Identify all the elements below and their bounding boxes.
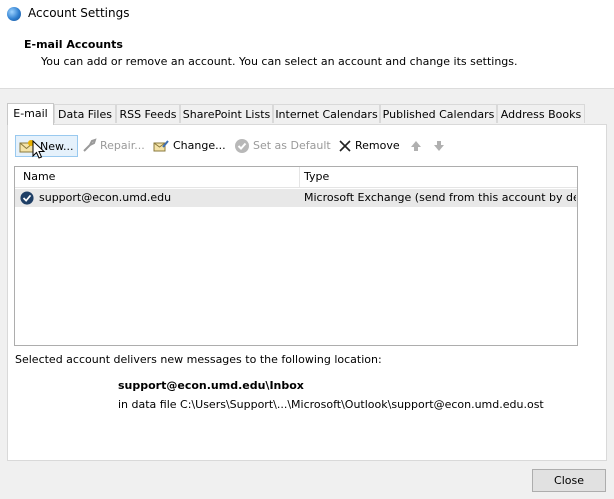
remove-x-icon — [339, 140, 351, 152]
outlook-globe-icon — [7, 7, 21, 21]
tab-rss-feeds[interactable]: RSS Feeds — [116, 104, 180, 123]
tab-internet-calendars[interactable]: Internet Calendars — [273, 104, 380, 123]
delivery-label: Selected account delivers new messages t… — [15, 353, 382, 366]
title-bar: Account Settings — [0, 0, 614, 26]
remove-button[interactable]: Remove — [336, 135, 400, 157]
window-title: Account Settings — [28, 6, 130, 20]
move-down-button[interactable] — [431, 135, 445, 157]
wrench-icon — [83, 138, 97, 152]
tab-published-calendars[interactable]: Published Calendars — [380, 104, 497, 123]
repair-button-label: Repair... — [100, 139, 145, 152]
close-button[interactable]: Close — [532, 469, 606, 492]
arrow-down-icon — [434, 141, 444, 151]
account-list[interactable]: Name Type support@econ.umd.edu Microsoft… — [14, 166, 578, 346]
header-title: E-mail Accounts — [24, 38, 123, 51]
account-type: Microsoft Exchange (send from this accou… — [304, 191, 576, 204]
new-account-button[interactable]: New... — [15, 135, 79, 157]
move-up-button[interactable] — [408, 135, 422, 157]
mouse-pointer-icon — [32, 140, 46, 159]
header-description: You can add or remove an account. You ca… — [41, 55, 518, 68]
change-button-label: Change... — [173, 139, 226, 152]
delivery-location: support@econ.umd.edu\Inbox — [118, 379, 304, 392]
set-default-button[interactable]: Set as Default — [233, 135, 331, 157]
change-account-icon — [153, 140, 169, 152]
email-tab-panel: New... Repair... Change... Set as Defaul… — [7, 124, 607, 461]
tab-strip: E-mail Data Files RSS Feeds SharePoint L… — [7, 103, 607, 125]
tab-data-files[interactable]: Data Files — [54, 104, 116, 123]
arrow-up-icon — [411, 141, 421, 151]
tab-email[interactable]: E-mail — [7, 103, 54, 125]
change-button[interactable]: Change... — [153, 135, 226, 157]
dialog-header: E-mail Accounts You can add or remove an… — [0, 26, 614, 89]
column-header-name[interactable]: Name — [23, 170, 55, 183]
tab-sharepoint-lists[interactable]: SharePoint Lists — [180, 104, 273, 123]
account-row[interactable]: support@econ.umd.edu Microsoft Exchange … — [15, 189, 577, 207]
column-header-type[interactable]: Type — [304, 170, 329, 183]
remove-button-label: Remove — [355, 139, 400, 152]
default-account-check-icon — [20, 191, 34, 205]
checkmark-circle-icon — [235, 139, 249, 153]
repair-button[interactable]: Repair... — [80, 135, 145, 157]
tab-address-books[interactable]: Address Books — [497, 104, 585, 123]
set-default-label: Set as Default — [253, 139, 331, 152]
account-name: support@econ.umd.edu — [39, 191, 172, 204]
list-header: Name Type — [15, 167, 577, 188]
delivery-data-file: in data file C:\Users\Support\...\Micros… — [118, 398, 544, 411]
column-divider[interactable] — [299, 167, 300, 187]
